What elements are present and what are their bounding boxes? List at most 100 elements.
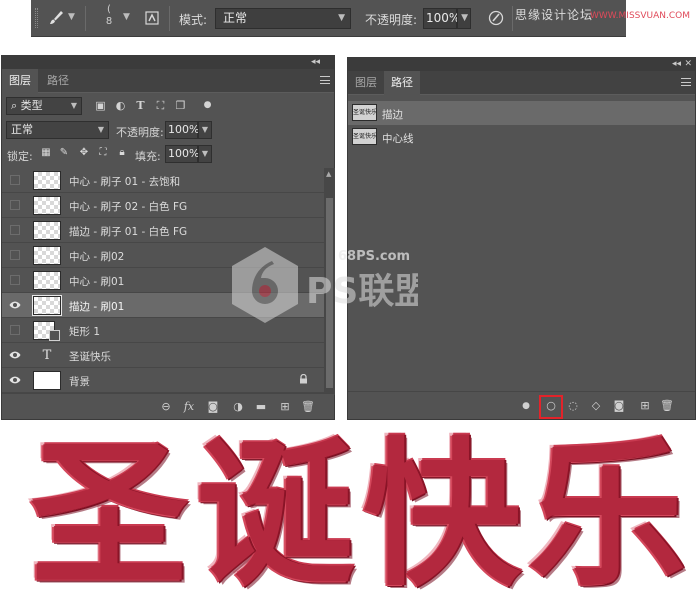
trash-icon[interactable]: 🗑︎ <box>660 399 674 413</box>
path-row-selected[interactable]: 圣诞快乐 描边 <box>348 101 695 125</box>
layer-row[interactable]: 描边 - 刷子 01 - 白色 FG <box>2 218 324 243</box>
opacity-slider-toggle[interactable]: ▼ <box>457 8 471 29</box>
close-icon[interactable]: ✕ <box>684 58 692 70</box>
chevron-down-icon: ▼ <box>70 101 77 110</box>
add-mask-icon[interactable]: ◙ <box>206 400 220 413</box>
lock-transparent-pixels-icon[interactable]: ▦ <box>40 147 52 159</box>
path-name: 中心线 <box>382 133 414 145</box>
layer-name: 描边 - 刷子 01 - 白色 FG <box>69 226 188 238</box>
layer-opacity-slider-toggle[interactable]: ▼ <box>198 121 212 139</box>
artwork-character: 乐 <box>528 424 686 604</box>
options-bar-grip[interactable] <box>35 8 38 28</box>
layer-blend-mode-select[interactable]: 正常 ▼ <box>6 121 109 139</box>
watermark-center-text: PS联盟 <box>306 271 418 312</box>
pressure-opacity-icon[interactable] <box>487 9 505 27</box>
layers-panel-tabs: 图层 路径 <box>2 69 334 93</box>
layers-panel: ◂◂ 图层 路径 ⌕ 类型 ▼ ▣ ◐ T ⛶ ❐ ● 正常 ▼ 不透明度: 1… <box>1 55 335 420</box>
add-mask-icon[interactable]: ◙ <box>612 399 626 413</box>
watermark-top-text: 思缘设计论坛 <box>515 8 594 22</box>
visibility-toggle-off[interactable] <box>10 225 20 235</box>
filter-toggle-icon[interactable]: ● <box>201 99 214 112</box>
layer-thumbnail <box>33 171 61 190</box>
make-work-path-icon[interactable]: ◇ <box>589 399 603 413</box>
lock-all-icon[interactable]: 🔒︎ <box>116 147 128 159</box>
watermark-center-url: 68PS.com <box>338 249 411 264</box>
divider <box>85 6 86 31</box>
artwork-character: 快 <box>363 424 521 604</box>
lock-position-icon[interactable]: ✥ <box>78 147 90 159</box>
tool-preset-chevron-down-icon[interactable]: ▼ <box>68 12 75 22</box>
lock-artboard-icon[interactable]: ⛶ <box>97 147 109 159</box>
stroke-path-with-brush-icon[interactable]: ○ <box>544 399 558 413</box>
visibility-toggle-off[interactable] <box>10 250 20 260</box>
opacity-input[interactable]: 100% <box>423 8 461 29</box>
filter-kind-select[interactable]: ⌕ 类型 ▼ <box>6 97 82 115</box>
tab-paths[interactable]: 路径 <box>40 69 76 93</box>
lock-fill-row: 锁定: ▦ ✎ ✥ ⛶ 🔒︎ 填充: 100% ▼ <box>2 142 334 166</box>
new-group-folder-icon[interactable]: ▬ <box>254 400 268 413</box>
smart-object-filter-icon[interactable]: ❐ <box>174 99 187 112</box>
fx-layer-style-icon[interactable]: fx <box>182 400 196 413</box>
blend-mode-select[interactable]: 正常 ▼ <box>215 8 351 29</box>
layer-opacity-input[interactable]: 100% <box>165 121 200 139</box>
path-row[interactable]: 圣诞快乐 中心线 <box>348 125 695 149</box>
fill-input[interactable]: 100% <box>165 145 199 163</box>
visibility-toggle-off[interactable] <box>10 325 20 335</box>
layer-opacity-value: 100% <box>168 123 200 136</box>
collapse-panel-icon[interactable]: ◂◂ <box>311 56 320 68</box>
chevron-down-icon: ▼ <box>97 125 104 134</box>
layer-row[interactable]: T 圣诞快乐 <box>2 343 324 368</box>
eye-icon[interactable] <box>9 350 21 360</box>
load-path-as-selection-icon[interactable]: ◌ <box>566 399 580 413</box>
link-layers-icon[interactable]: ⊖ <box>159 400 173 413</box>
lock-image-pixels-icon[interactable]: ✎ <box>58 147 70 159</box>
lock-icon <box>300 374 307 384</box>
brush-size-picker[interactable]: ( 8 <box>102 4 116 28</box>
chevron-down-icon: ▼ <box>461 13 468 23</box>
collapse-panel-icon[interactable]: ◂◂ <box>672 58 681 70</box>
fill-path-icon[interactable]: ● <box>519 399 533 413</box>
panel-menu-icon[interactable] <box>681 78 691 86</box>
brush-settings-panel-icon[interactable] <box>143 9 161 27</box>
fill-label: 填充: <box>135 150 161 163</box>
brush-tool-icon[interactable] <box>47 9 65 27</box>
pixel-layer-filter-icon[interactable]: ▣ <box>94 99 107 112</box>
tab-layers[interactable]: 图层 <box>2 69 38 93</box>
layer-row[interactable]: 中心 - 刷子 02 - 白色 FG <box>2 193 324 218</box>
new-path-icon[interactable]: ⊞ <box>638 399 652 413</box>
trash-icon[interactable]: 🗑︎ <box>301 400 315 413</box>
path-thumbnail: 圣诞快乐 <box>352 104 377 121</box>
eye-icon[interactable] <box>9 375 21 385</box>
visibility-toggle-off[interactable] <box>10 275 20 285</box>
shape-layer-filter-icon[interactable]: ⛶ <box>154 99 167 112</box>
artwork-character: 圣 <box>30 424 188 604</box>
layer-name: 中心 - 刷子 01 - 去饱和 <box>69 176 181 188</box>
artwork-character: 诞 <box>196 424 354 604</box>
visibility-toggle-off[interactable] <box>10 200 20 210</box>
layer-row[interactable]: 背景 <box>2 368 324 393</box>
layer-name: 矩形 1 <box>69 326 101 338</box>
brush-picker-chevron-down-icon[interactable]: ▼ <box>123 12 130 22</box>
fill-slider-toggle[interactable]: ▼ <box>198 145 212 163</box>
brush-tip-icon: ( <box>107 4 111 15</box>
layer-row[interactable]: 中心 - 刷子 01 - 去饱和 <box>2 168 324 193</box>
chevron-down-icon: ▼ <box>338 13 345 23</box>
lock-label: 锁定: <box>7 150 33 163</box>
new-adjustment-layer-icon[interactable]: ◑ <box>231 400 245 413</box>
scroll-up-icon[interactable]: ▲ <box>326 170 331 178</box>
opacity-value: 100% <box>426 11 461 25</box>
eye-icon[interactable] <box>9 300 21 310</box>
layer-thumbnail <box>33 196 61 215</box>
adjustment-layer-filter-icon[interactable]: ◐ <box>114 99 127 112</box>
tab-layers[interactable]: 图层 <box>348 71 384 95</box>
type-layer-icon: T <box>42 348 52 363</box>
tab-paths[interactable]: 路径 <box>384 71 420 95</box>
visibility-toggle-off[interactable] <box>10 175 20 185</box>
divider <box>169 6 170 31</box>
layer-thumbnail <box>33 371 61 390</box>
panel-menu-icon[interactable] <box>320 76 330 84</box>
new-layer-icon[interactable]: ⊞ <box>278 400 292 413</box>
panel-header-strip: ◂◂ ✕ <box>348 58 695 71</box>
layer-name: 中心 - 刷02 <box>69 251 125 263</box>
type-layer-filter-icon[interactable]: T <box>134 99 147 112</box>
